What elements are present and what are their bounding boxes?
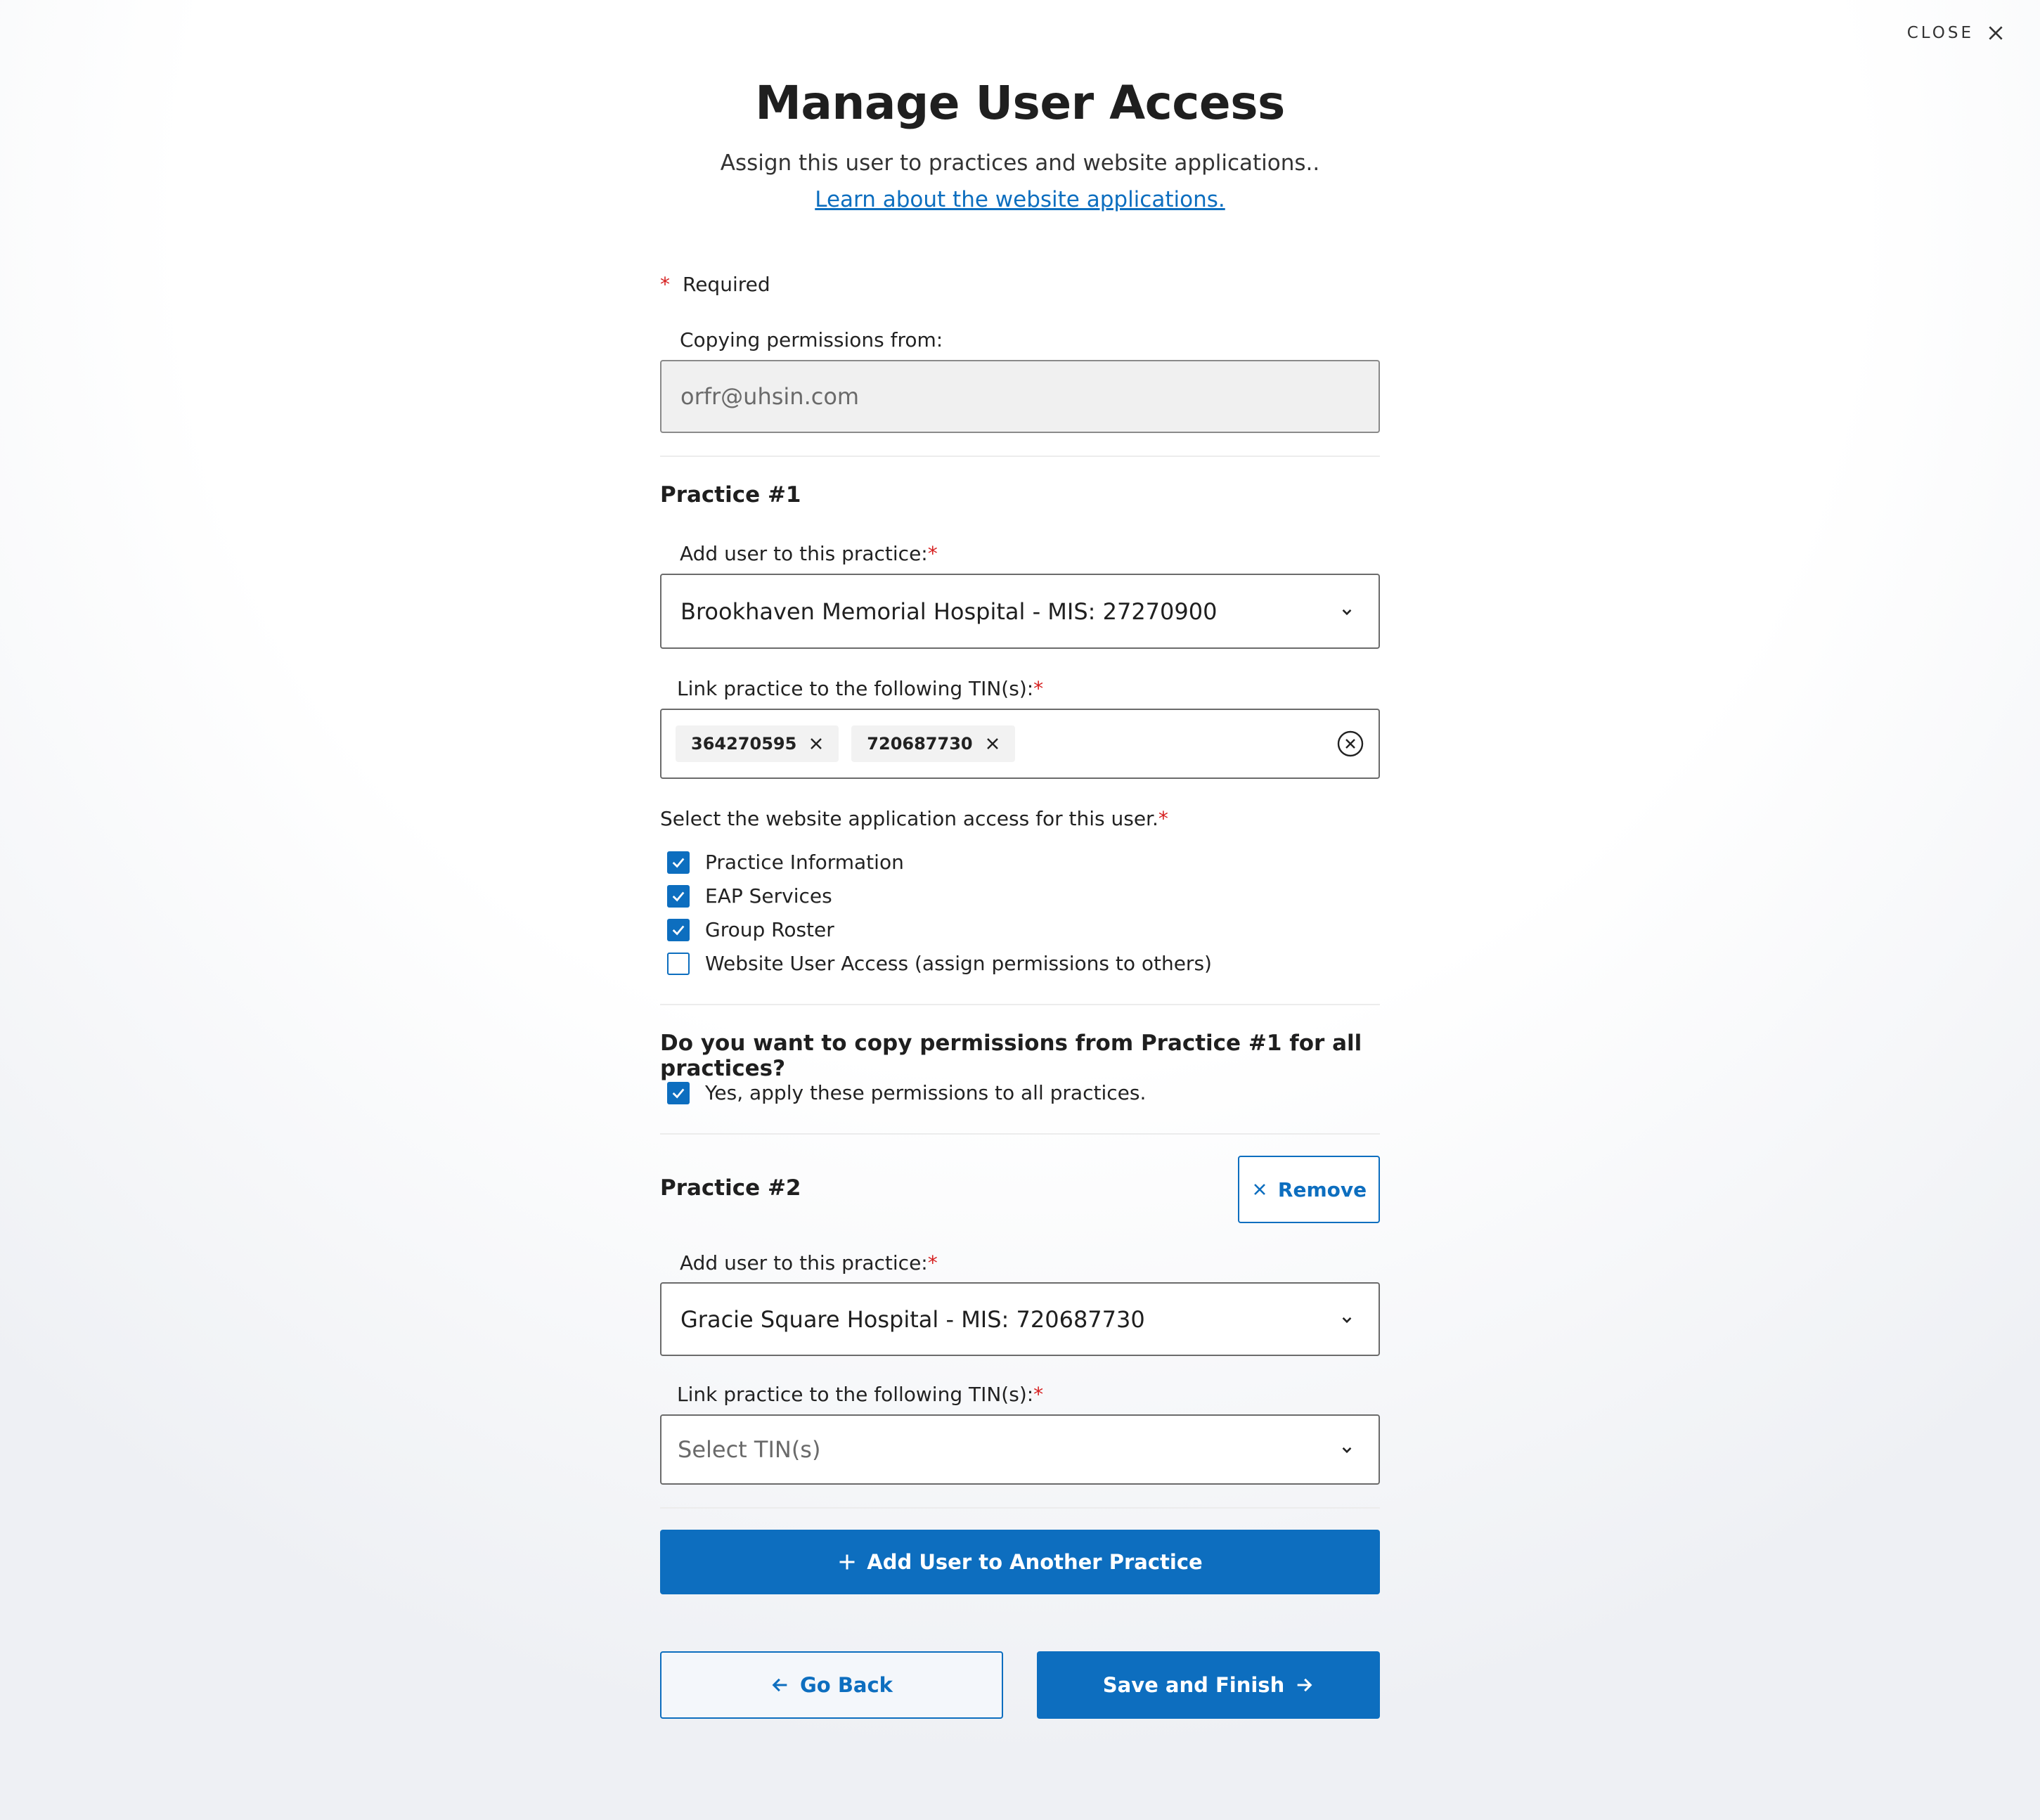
chevron-down-icon [1342, 1447, 1352, 1454]
access-option-website-user-access[interactable]: Website User Access (assign permissions … [667, 952, 1212, 975]
copying-value: orfr@uhsin.com [680, 383, 860, 410]
copying-field: orfr@uhsin.com [660, 360, 1380, 433]
save-and-finish-button[interactable]: Save and Finish [1037, 1651, 1380, 1719]
go-back-button[interactable]: Go Back [660, 1651, 1003, 1719]
close-button[interactable]: CLOSE [1907, 24, 2005, 42]
arrow-left-icon [772, 1678, 787, 1692]
copy-permissions-option[interactable]: Yes, apply these permissions to all prac… [667, 1081, 1146, 1104]
access-option-label: Group Roster [705, 918, 834, 941]
add-another-label: Add User to Another Practice [867, 1550, 1203, 1574]
practice1-add-label: Add user to this practice:* [680, 542, 938, 565]
add-another-practice-button[interactable]: Add User to Another Practice [660, 1530, 1380, 1594]
check-icon [672, 1088, 685, 1099]
close-icon [1253, 1184, 1265, 1195]
access-option-label: Practice Information [705, 851, 904, 874]
checkbox-checked[interactable] [667, 851, 690, 874]
access-option-practice-information[interactable]: Practice Information [667, 851, 904, 874]
copy-option-label: Yes, apply these permissions to all prac… [705, 1081, 1147, 1104]
remove-tag-icon[interactable] [808, 735, 825, 752]
page-subtitle: Assign this user to practices and websit… [720, 150, 1320, 176]
practice2-select-value: Gracie Square Hospital - MIS: 720687730 [680, 1305, 1145, 1333]
required-asterisk: * [660, 273, 670, 296]
access-option-group-roster[interactable]: Group Roster [667, 918, 834, 941]
practice2-add-label: Add user to this practice:* [680, 1251, 938, 1274]
tin-select-placeholder: Select TIN(s) [678, 1436, 821, 1463]
copy-question: Do you want to copy permissions from Pra… [660, 1031, 1362, 1081]
practice2-heading: Practice #2 [660, 1175, 801, 1201]
copying-label: Copying permissions from: [680, 328, 943, 351]
learn-link[interactable]: Learn about the website applications. [660, 187, 1380, 212]
check-icon [672, 925, 685, 936]
check-icon [672, 858, 685, 868]
remove-tag-icon[interactable] [984, 735, 1001, 752]
access-option-label: EAP Services [705, 884, 832, 908]
checkbox-unchecked[interactable] [667, 952, 690, 975]
tin-tag-label: 720687730 [867, 734, 973, 754]
close-icon [1989, 26, 2003, 40]
checkbox-checked[interactable] [667, 1081, 690, 1104]
practice2-tin-select[interactable]: Select TIN(s) [660, 1414, 1380, 1485]
arrow-right-icon [1297, 1678, 1312, 1692]
checkbox-checked[interactable] [667, 918, 690, 941]
practice1-select[interactable]: Brookhaven Memorial Hospital - MIS: 2727… [660, 574, 1380, 649]
practice1-select-value: Brookhaven Memorial Hospital - MIS: 2727… [680, 598, 1218, 625]
checkbox-checked[interactable] [667, 884, 690, 908]
tin-tags: 364270595 720687730 [661, 725, 1336, 762]
close-label: CLOSE [1906, 24, 1974, 42]
plus-icon [839, 1554, 855, 1570]
tin-tag: 364270595 [676, 725, 839, 762]
check-icon [672, 891, 685, 902]
practice2-tin-label: Link practice to the following TIN(s):* [677, 1383, 1044, 1406]
practice2-select[interactable]: Gracie Square Hospital - MIS: 720687730 [660, 1282, 1380, 1356]
practice1-tin-label: Link practice to the following TIN(s):* [677, 677, 1044, 700]
remove-label: Remove [1277, 1177, 1367, 1201]
access-option-label: Website User Access (assign permissions … [705, 952, 1212, 975]
practice1-tin-multiselect[interactable]: 364270595 720687730 [660, 709, 1380, 779]
tin-tag: 720687730 [851, 725, 1015, 762]
chevron-down-icon [1342, 1317, 1352, 1323]
required-label: Required [683, 273, 770, 296]
practice1-heading: Practice #1 [660, 482, 801, 508]
divider [660, 1004, 1380, 1005]
divider [660, 1507, 1380, 1509]
page-title: Manage User Access [755, 76, 1285, 130]
chevron-down-icon [1342, 609, 1352, 615]
access-option-eap-services[interactable]: EAP Services [667, 884, 832, 908]
go-back-label: Go Back [800, 1673, 893, 1697]
tin-tag-label: 364270595 [691, 734, 797, 754]
divider [660, 456, 1380, 457]
remove-practice-button[interactable]: Remove [1238, 1156, 1380, 1223]
save-label: Save and Finish [1102, 1673, 1285, 1697]
clear-all-icon[interactable] [1336, 730, 1364, 758]
required-legend: * Required [660, 273, 770, 296]
access-label: Select the website application access fo… [660, 807, 1168, 830]
divider [660, 1133, 1380, 1135]
